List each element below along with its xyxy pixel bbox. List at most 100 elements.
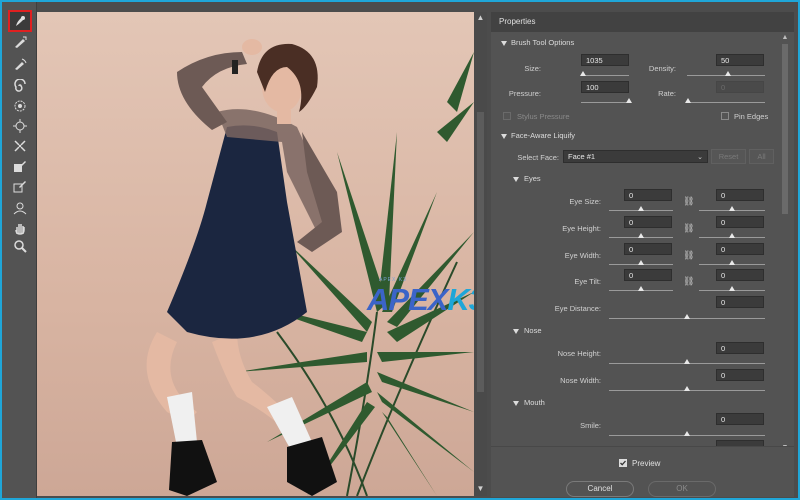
properties-panel: Properties Brush Tool Options Size: 1035…	[491, 12, 794, 496]
smile-handle[interactable]	[684, 431, 690, 436]
pressure-slider-handle[interactable]	[626, 98, 632, 103]
nose-height-field[interactable]: 0	[716, 342, 764, 354]
rate-field[interactable]: 0	[716, 81, 764, 93]
nose-height-handle[interactable]	[684, 359, 690, 364]
face-section-title[interactable]: Face-Aware Liquify	[511, 131, 575, 140]
reset-button[interactable]: Reset	[711, 149, 746, 164]
nose-width-field[interactable]: 0	[716, 369, 764, 381]
scroll-thumb[interactable]	[477, 112, 484, 392]
stylus-pressure-label: Stylus Pressure	[517, 112, 570, 121]
twirl-clockwise-tool[interactable]	[11, 78, 29, 94]
pin-edges-checkbox[interactable]	[721, 112, 729, 120]
eye-width-right-field[interactable]: 0	[716, 243, 764, 255]
thaw-mask-tool[interactable]	[11, 178, 29, 194]
link-eye-width-icon[interactable]: ⛓	[683, 250, 694, 261]
twirl-icon	[14, 79, 26, 92]
panel-scrollbar[interactable]: ▲ ▼	[779, 34, 791, 454]
eye-width-right-handle[interactable]	[729, 260, 735, 265]
eye-tilt-left-handle[interactable]	[638, 286, 644, 291]
scroll-down-icon[interactable]: ▼	[476, 485, 485, 493]
chevron-down-icon: ⌄	[697, 154, 703, 161]
face-tool[interactable]	[11, 200, 29, 216]
face-section-chevron-icon[interactable]	[501, 134, 507, 139]
freeze-mask-tool[interactable]	[11, 158, 29, 174]
eye-tilt-label: Eye Tilt:	[574, 277, 601, 286]
bloat-icon	[13, 119, 27, 133]
forward-warp-tool[interactable]	[8, 10, 32, 32]
nose-section-chevron-icon[interactable]	[513, 329, 519, 334]
eye-height-left-handle[interactable]	[638, 233, 644, 238]
nose-height-label: Nose Height:	[557, 349, 601, 358]
reconstruct-brush-icon	[15, 36, 27, 48]
ok-button[interactable]: OK	[648, 481, 716, 497]
link-eye-size-icon[interactable]: ⛓	[683, 196, 694, 207]
select-face-dropdown[interactable]: Face #1 ⌄	[563, 150, 708, 163]
pressure-field[interactable]: 100	[581, 81, 629, 93]
density-field[interactable]: 50	[716, 54, 764, 66]
pressure-slider[interactable]	[581, 102, 629, 103]
image-canvas[interactable]: APEX K3 APEXK3	[37, 12, 474, 496]
eye-height-right-field[interactable]: 0	[716, 216, 764, 228]
rate-slider[interactable]	[687, 102, 765, 103]
eye-size-left-handle[interactable]	[638, 206, 644, 211]
eye-tilt-right-handle[interactable]	[729, 286, 735, 291]
eyes-section-chevron-icon[interactable]	[513, 177, 519, 182]
eye-height-label: Eye Height:	[562, 224, 601, 233]
hand-tool[interactable]	[11, 220, 29, 236]
push-left-tool[interactable]	[11, 138, 29, 154]
eye-width-left-handle[interactable]	[638, 260, 644, 265]
dialog-footer: Preview Cancel OK	[491, 446, 794, 497]
pucker-tool[interactable]	[11, 98, 29, 114]
cancel-button[interactable]: Cancel	[566, 481, 634, 497]
panel-scroll-up-icon[interactable]: ▲	[781, 34, 789, 42]
reconstruct-tool[interactable]	[11, 34, 29, 50]
checkmark-icon	[620, 460, 626, 466]
eye-distance-label: Eye Distance:	[554, 304, 601, 313]
panel-title: Properties	[499, 17, 536, 26]
eye-tilt-left-field[interactable]: 0	[624, 269, 672, 281]
canvas-scrollbar[interactable]: ▲ ▼	[474, 12, 487, 496]
zoom-tool[interactable]	[11, 238, 29, 254]
link-eye-tilt-icon[interactable]: ⛓	[683, 276, 694, 287]
brush-section-title[interactable]: Brush Tool Options	[511, 38, 574, 47]
size-slider-handle[interactable]	[580, 71, 586, 76]
bloat-tool[interactable]	[11, 118, 29, 134]
size-slider[interactable]	[581, 75, 629, 76]
mouth-section-chevron-icon[interactable]	[513, 401, 519, 406]
mouth-section-title[interactable]: Mouth	[524, 398, 545, 407]
photo-model-with-palm	[146, 39, 474, 496]
smooth-brush-icon	[15, 58, 27, 70]
eye-size-right-field[interactable]: 0	[716, 189, 764, 201]
eye-size-left-field[interactable]: 0	[624, 189, 672, 201]
select-face-label: Select Face:	[517, 153, 559, 162]
eye-height-left-field[interactable]: 0	[624, 216, 672, 228]
freeze-mask-icon	[14, 161, 26, 172]
rate-slider-handle[interactable]	[685, 98, 691, 103]
panel-scroll-thumb[interactable]	[782, 44, 788, 214]
liquify-toolbar	[2, 2, 37, 498]
nose-width-handle[interactable]	[684, 386, 690, 391]
eye-tilt-right-field[interactable]: 0	[716, 269, 764, 281]
panel-header: Properties	[491, 12, 794, 32]
rate-label: Rate:	[658, 89, 676, 98]
nose-section-title[interactable]: Nose	[524, 326, 542, 335]
link-eye-height-icon[interactable]: ⛓	[683, 223, 694, 234]
eye-height-right-handle[interactable]	[729, 233, 735, 238]
size-field[interactable]: 1035	[581, 54, 629, 66]
eye-width-left-field[interactable]: 0	[624, 243, 672, 255]
smooth-tool[interactable]	[11, 56, 29, 72]
all-button[interactable]: All	[749, 149, 774, 164]
scroll-up-icon[interactable]: ▲	[476, 14, 485, 22]
preview-checkbox[interactable]	[619, 459, 627, 467]
eyes-section-title[interactable]: Eyes	[524, 174, 541, 183]
eye-distance-handle[interactable]	[684, 314, 690, 319]
density-slider-handle[interactable]	[725, 71, 731, 76]
eye-distance-field[interactable]: 0	[716, 296, 764, 308]
smile-field[interactable]: 0	[716, 413, 764, 425]
eye-size-right-handle[interactable]	[729, 206, 735, 211]
stylus-pressure-checkbox[interactable]	[503, 112, 511, 120]
brush-section-chevron-icon[interactable]	[501, 41, 507, 46]
watermark-logo: APEXK3	[367, 282, 474, 317]
push-left-icon	[14, 140, 26, 152]
pin-edges-label: Pin Edges	[734, 112, 769, 121]
